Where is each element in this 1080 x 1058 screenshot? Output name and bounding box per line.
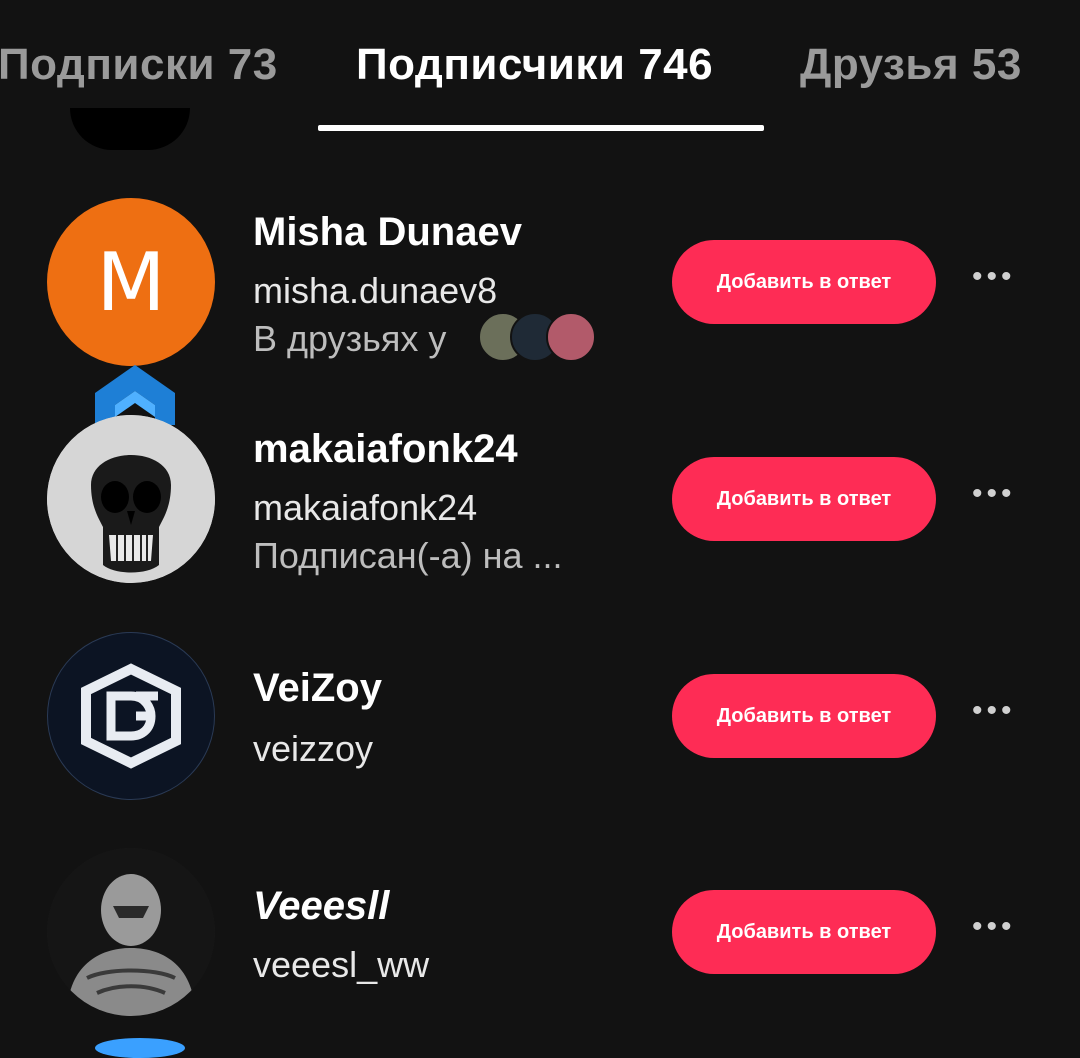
list-item[interactable]: Veeesll veeesl_ww Добавить в ответ •••: [0, 848, 1080, 1048]
username: misha.dunaev8: [253, 270, 498, 311]
mutual-avatar: [546, 312, 596, 362]
more-options-icon[interactable]: •••: [972, 477, 1016, 511]
follow-back-button[interactable]: Добавить в ответ: [672, 240, 936, 324]
username: veeesl_ww: [253, 944, 430, 985]
display-name[interactable]: VeiZoy: [253, 666, 382, 711]
list-item[interactable]: makaiafonk24 makaiafonk24 Подписан(-а) н…: [0, 365, 1080, 615]
mutual-friends-avatars[interactable]: [478, 312, 598, 362]
more-options-icon[interactable]: •••: [972, 694, 1016, 728]
avatar[interactable]: M: [47, 198, 215, 366]
username: veizzoy: [253, 728, 374, 769]
following-status-label: Подписан(-а) на ...: [253, 535, 563, 576]
list-item[interactable]: VeiZoy veizzoy Добавить в ответ •••: [0, 632, 1080, 832]
active-tab-indicator: [318, 125, 764, 131]
next-avatar-peek: [95, 1038, 185, 1058]
display-name[interactable]: makaiafonk24: [253, 427, 518, 472]
previous-avatar-peek: [70, 108, 190, 150]
tab-followers[interactable]: Подписчики 746: [356, 40, 713, 90]
follow-back-button[interactable]: Добавить в ответ: [672, 890, 936, 974]
avatar-letter: M: [96, 235, 166, 329]
skull-avatar-icon: [47, 415, 215, 583]
username: makaiafonk24: [253, 487, 478, 528]
avatar[interactable]: [47, 848, 215, 1016]
tab-following[interactable]: Подписки 73: [0, 40, 278, 90]
more-options-icon[interactable]: •••: [972, 260, 1016, 294]
display-name[interactable]: Veeesll: [253, 884, 389, 929]
df-logo-avatar-icon: [81, 663, 181, 769]
mutual-friends-label: В друзьях у: [253, 318, 447, 359]
tab-friends[interactable]: Друзья 53: [800, 40, 1022, 90]
follow-back-button[interactable]: Добавить в ответ: [672, 457, 936, 541]
follow-back-button[interactable]: Добавить в ответ: [672, 674, 936, 758]
display-name[interactable]: Misha Dunaev: [253, 210, 522, 255]
avatar[interactable]: [47, 632, 215, 800]
masked-figure-avatar-icon: [47, 848, 215, 1016]
more-options-icon[interactable]: •••: [972, 910, 1016, 944]
avatar[interactable]: [47, 415, 215, 583]
